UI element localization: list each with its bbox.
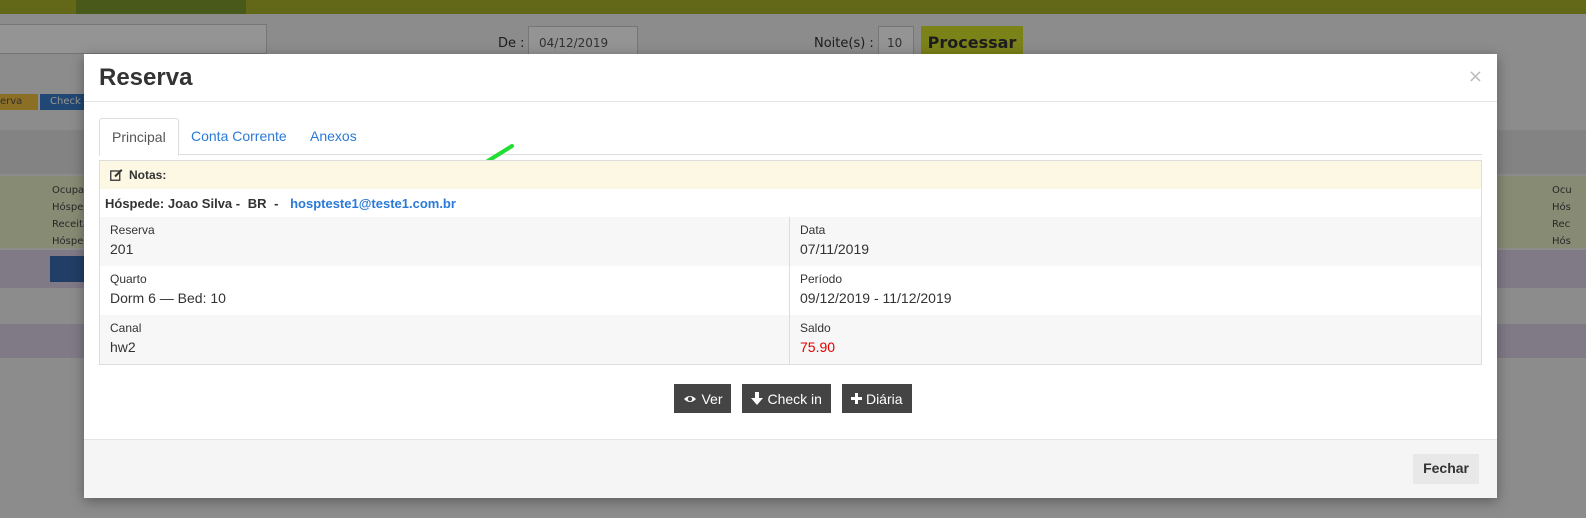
field-value: 07/11/2019 — [800, 241, 870, 257]
reserva-modal: Reserva × Principal Conta Corrente Anexo… — [84, 54, 1497, 498]
field-saldo: Saldo 75.90 — [790, 315, 1481, 364]
guest-country: BR — [247, 196, 267, 211]
fechar-button[interactable]: Fechar — [1413, 454, 1479, 484]
field-value: hw2 — [110, 339, 136, 355]
tab-conta-corrente[interactable]: Conta Corrente — [179, 118, 299, 155]
close-icon[interactable]: × — [1468, 66, 1483, 87]
guest-separator: - — [274, 196, 279, 211]
field-label: Canal — [110, 321, 142, 335]
modal-title: Reserva — [99, 64, 193, 91]
field-label: Saldo — [800, 321, 831, 335]
field-canal: Canal hw2 — [100, 315, 790, 364]
field-periodo: Período 09/12/2019 - 11/12/2019 — [790, 266, 1481, 315]
tab-anexos[interactable]: Anexos — [298, 118, 369, 155]
notes-row: Notas: — [100, 161, 1481, 189]
field-quarto: Quarto Dorm 6 — Bed: 10 — [100, 266, 790, 315]
saldo-value: 75.90 — [800, 339, 836, 355]
field-value: 201 — [110, 241, 134, 257]
modal-footer: Fechar — [84, 439, 1497, 498]
guest-row: Hóspede: Joao Silva - BR - hospteste1@te… — [100, 189, 1481, 217]
ver-button-label: Ver — [701, 390, 723, 407]
eye-icon — [684, 395, 697, 402]
diaria-button-label: Diária — [865, 390, 903, 407]
tab-bar: Principal Conta Corrente Anexos — [99, 118, 1482, 156]
arrow-down-icon — [751, 392, 764, 405]
modal-header: Reserva × — [84, 54, 1497, 102]
field-reserva: Reserva 201 — [100, 217, 790, 266]
diaria-button[interactable]: Diária — [841, 384, 912, 413]
field-label: Período — [800, 272, 843, 286]
field-data: Data 07/11/2019 — [790, 217, 1481, 266]
check-in-button-label: Check in — [767, 390, 822, 407]
edit-icon — [110, 169, 123, 181]
reserva-details-panel: Notas: Hóspede: Joao Silva - BR - hospte… — [99, 160, 1482, 365]
guest-email-link[interactable]: hospteste1@teste1.com.br — [290, 196, 456, 211]
check-in-button[interactable]: Check in — [742, 384, 831, 413]
field-value: Dorm 6 — Bed: 10 — [110, 290, 226, 306]
plus-icon — [850, 393, 862, 404]
field-label: Quarto — [110, 272, 147, 286]
fields-grid: Reserva 201 Data 07/11/2019 Quarto Dorm … — [100, 217, 1481, 364]
tab-principal[interactable]: Principal — [99, 118, 179, 156]
field-label: Reserva — [110, 223, 155, 237]
field-label: Data — [800, 223, 826, 237]
notes-label: Notas: — [129, 168, 167, 182]
ver-button[interactable]: Ver — [674, 384, 732, 413]
guest-name: Hóspede: Joao Silva - — [105, 196, 241, 211]
action-buttons: Ver Check in Diária — [84, 384, 1497, 414]
field-value: 09/12/2019 - 11/12/2019 — [800, 290, 952, 306]
